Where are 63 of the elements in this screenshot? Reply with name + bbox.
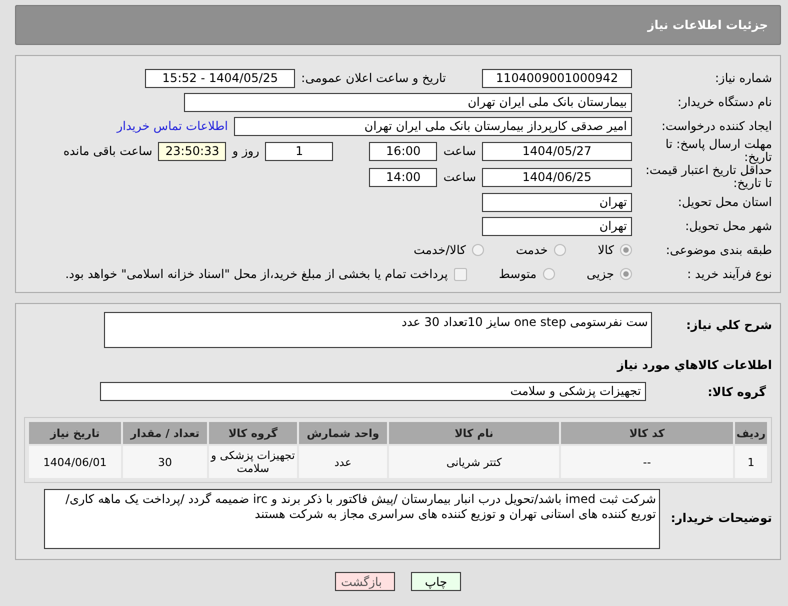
field-label: نام دستگاه خریدار:: [676, 96, 772, 108]
text-field[interactable]: 1104009001000942: [482, 68, 632, 88]
field-label: استان محل تحویل:: [676, 196, 772, 208]
text-field[interactable]: 1404/05/27: [482, 142, 632, 160]
field-label: طبقه بندی موضوعی:: [664, 244, 772, 256]
table-cell: 1: [735, 446, 767, 478]
field-label: حداقل تاریخ اعتبار قیمت: تا تاریخ:: [644, 164, 772, 190]
column-header: گروه کالا: [209, 422, 297, 444]
radio-button[interactable]: [542, 268, 555, 280]
table-cell: 30: [123, 446, 207, 478]
radio-button[interactable]: [554, 244, 566, 256]
text-field[interactable]: امیر صدقی کارپرداز بیمارستان بانک ملی ایران تهران: [234, 116, 632, 136]
table-cell: تجهیزات پزشکی و سلامت: [209, 446, 297, 478]
contact-link[interactable]: اطلاعات تماس خریدار: [116, 119, 228, 133]
radio-label: کالا/خدمت: [414, 243, 466, 257]
radio-label: کالا: [598, 243, 614, 257]
radio-button[interactable]: [620, 244, 632, 256]
text-field[interactable]: 14:00: [369, 168, 438, 186]
field-label: مهلت ارسال پاسخ: تا تاریخ:: [664, 138, 772, 164]
text-field[interactable]: تجهیزات پزشکی و سلامت: [100, 382, 646, 401]
table-cell: عدد: [299, 446, 387, 478]
back-button[interactable]: بازگشت: [335, 572, 395, 591]
checkbox-label: پرداخت تمام یا بخشی از مبلغ خرید،از محل "اسناد خزانه اسلامی" خواهد بود.: [65, 267, 448, 281]
radio-button[interactable]: [472, 244, 484, 256]
notes-textarea[interactable]: شرکت ثبت imed باشد/تحویل درب انبار بیمارستان /پیش فاکتور با ذکر برند و irc ضمیمه گردد /پرداخت یک ماهه کاری/ توریع کننده های استانی تهران و توزیع کننده های سراسری مجاز به شرکت هستند: [44, 489, 660, 549]
text-field[interactable]: 16:00: [369, 142, 438, 160]
radio-label: متوسط: [498, 267, 537, 281]
print-button[interactable]: چاپ: [411, 572, 461, 591]
field-label: توضیحات خریدار:: [670, 510, 772, 525]
text-field[interactable]: تهران: [482, 216, 632, 236]
table-cell: --: [561, 446, 733, 478]
radio-label: جزیی: [586, 267, 614, 281]
field-label: ایجاد کننده درخواست:: [660, 120, 772, 132]
field-label: روز و: [232, 144, 260, 158]
page-title: جزئیات اطلاعات نیاز: [647, 18, 768, 32]
field-label: شرح کلي نياز:: [685, 317, 772, 332]
column-header: ردیف: [735, 422, 767, 444]
checkbox[interactable]: [454, 268, 467, 280]
field-label: گروه کالا:: [706, 384, 767, 398]
field-label: نوع فرآیند خرید :: [686, 268, 772, 280]
text-field[interactable]: تهران: [482, 192, 632, 212]
field-label: شهر محل تحویل:: [684, 220, 772, 232]
column-header: تعداد / مقدار: [123, 422, 207, 444]
text-field[interactable]: 1: [265, 142, 334, 160]
countdown-field: 23:50:33: [158, 142, 226, 160]
field-label: تاریخ و ساعت اعلان عمومی:: [301, 71, 446, 85]
field-label: ساعت: [443, 144, 476, 158]
radio-button[interactable]: [620, 268, 632, 280]
table-cell: کتتر شریانی: [389, 446, 559, 478]
text-field[interactable]: بیمارستان بانک ملی ایران تهران: [184, 92, 632, 112]
field-label: شماره نیاز:: [714, 72, 772, 84]
column-header: نام کالا: [389, 422, 559, 444]
description-textarea[interactable]: ست نفرستومی one step سایز 10تعداد 30 عدد: [104, 312, 652, 348]
table-cell: 1404/06/01: [29, 446, 121, 478]
column-header: تاریخ نیاز: [29, 422, 121, 444]
text-field[interactable]: 1404/06/25: [482, 168, 632, 186]
column-header: واحد شمارش: [299, 422, 387, 444]
column-header: کد کالا: [561, 422, 733, 444]
field-label: ساعت: [443, 170, 476, 184]
radio-label: خدمت: [516, 243, 548, 257]
section-heading: اطلاعات کالاهاي مورد نياز: [616, 358, 772, 372]
field-label: ساعت باقی مانده: [63, 144, 152, 158]
text-field[interactable]: 1404/05/25 - 15:52: [145, 68, 296, 88]
